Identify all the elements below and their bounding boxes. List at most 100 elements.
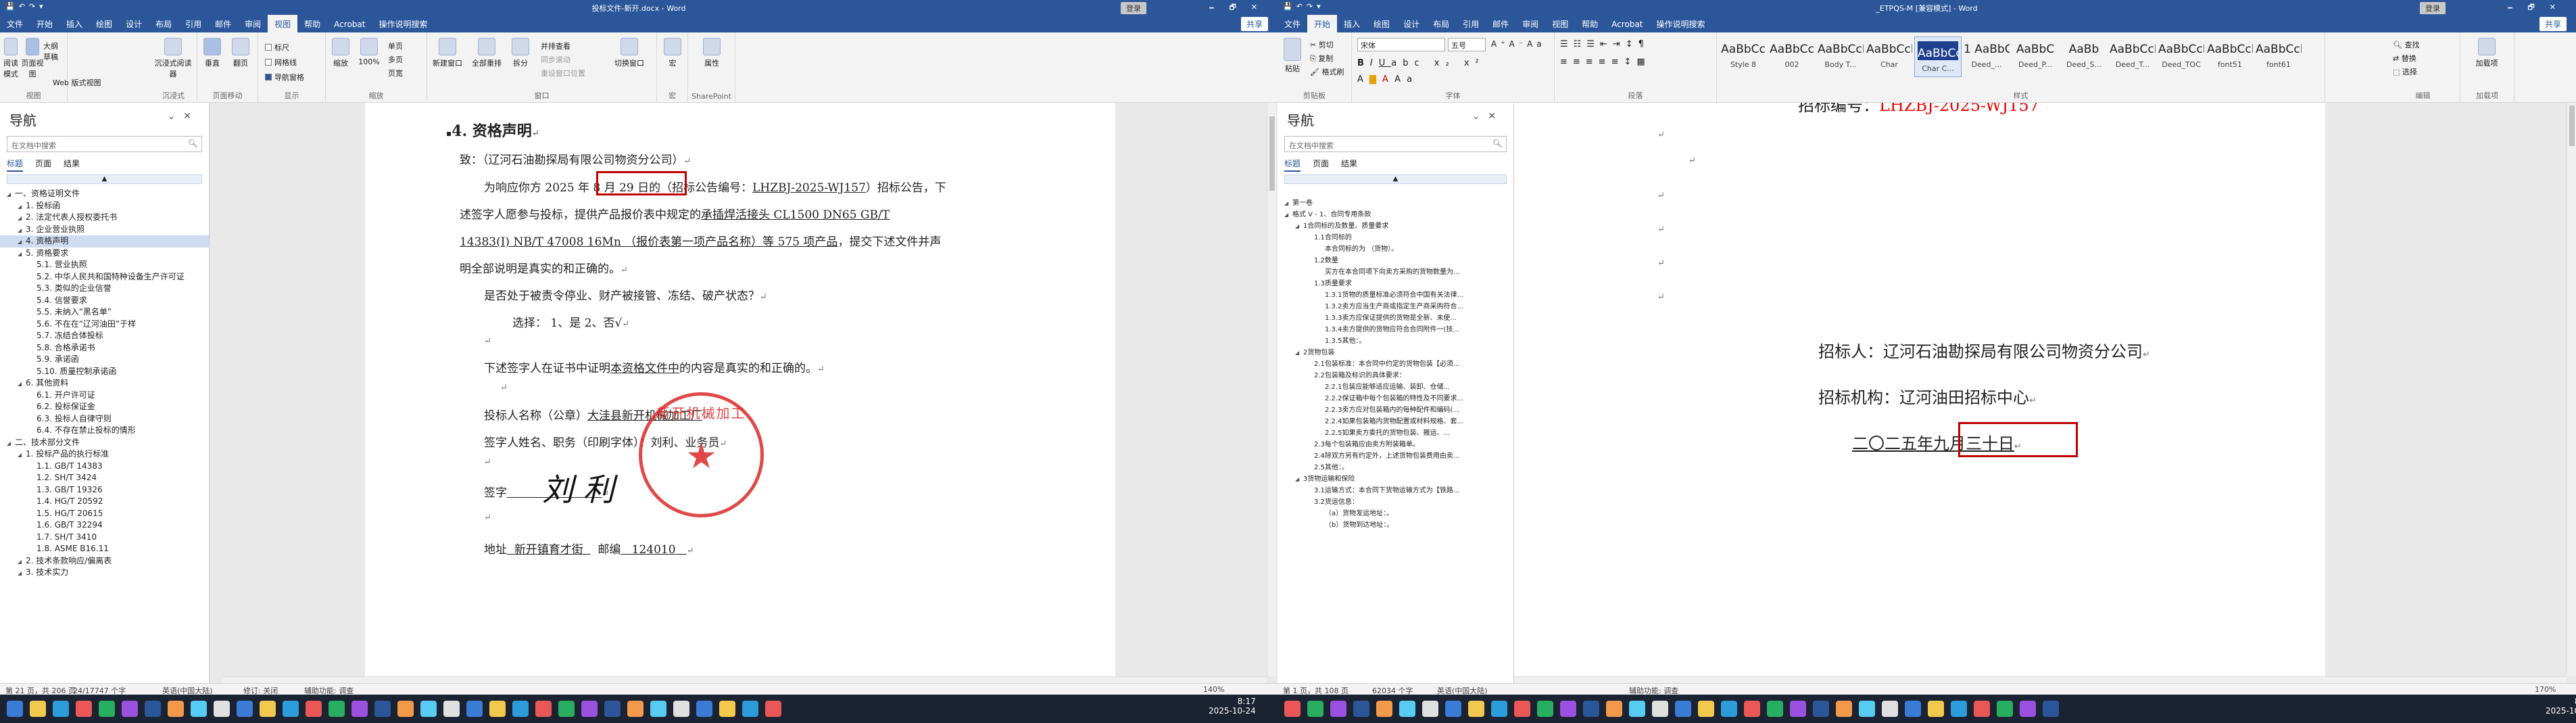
style-gallery-item[interactable]: AaBb Deed_S... bbox=[2060, 37, 2108, 77]
nav-heading-item[interactable]: 6.3. 投标人自律守则 bbox=[0, 413, 209, 425]
taskbar-app-icon[interactable] bbox=[1859, 701, 1875, 717]
nav-pane-controls[interactable]: ⌄✕ bbox=[1472, 111, 1504, 122]
style-gallery-item[interactable]: 1 AaBbC Deed_... bbox=[1963, 37, 2010, 77]
taskbar-app-icon[interactable] bbox=[30, 701, 46, 717]
nav-heading-item[interactable]: ◢ 一、资格证明文件 bbox=[0, 188, 209, 200]
collapse-triangle-icon[interactable]: ◢ bbox=[1295, 347, 1303, 358]
nav-heading-item[interactable]: 本合同标的为 （货物）。 bbox=[1278, 243, 1513, 255]
nav-heading-item[interactable]: 1.6. GB/T 32294 bbox=[0, 519, 209, 532]
nav-heading-item[interactable]: ◢ 格式 V - 1、合同专用条款 bbox=[1278, 209, 1513, 220]
nav-heading-item[interactable]: ◢ 第一卷 bbox=[1278, 197, 1513, 209]
nav-heading-item[interactable]: 2.2.1包装应能够适应运输、装卸、仓储... bbox=[1278, 381, 1513, 393]
window-controls[interactable]: 🗕🗗✕ bbox=[1209, 1, 1272, 14]
nav-heading-item[interactable]: 1.3.2卖方应当生产商或指定生产商采购符合... bbox=[1278, 301, 1513, 312]
sign-in-button[interactable]: 登录 bbox=[2420, 2, 2446, 14]
nav-heading-item[interactable]: 6.4. 不存在禁止投标的情形 bbox=[0, 425, 209, 437]
nav-heading-item[interactable]: ◢ 1. 投标函 bbox=[0, 200, 209, 212]
collapse-triangle-icon[interactable]: ◢ bbox=[7, 189, 15, 200]
taskbar-app-icon[interactable] bbox=[1491, 701, 1507, 717]
style-gallery-item[interactable]: AaBbCcDc Char bbox=[1866, 37, 1913, 77]
taskbar-app-icon[interactable] bbox=[581, 701, 598, 717]
taskbar-app-icon[interactable] bbox=[53, 701, 69, 717]
taskbar-app-icon[interactable] bbox=[1721, 701, 1737, 717]
tab-11[interactable]: Acrobat bbox=[327, 16, 372, 32]
split-button[interactable]: 拆分 bbox=[507, 38, 534, 68]
nav-heading-item[interactable]: ◢ 1合同标的及数量、质量要求 bbox=[1278, 220, 1513, 232]
taskbar-app-icon[interactable] bbox=[76, 701, 92, 717]
nav-heading-item[interactable]: 1.7. SH/T 3410 bbox=[0, 532, 209, 544]
taskbar-app-icon[interactable] bbox=[168, 701, 184, 717]
nav-heading-item[interactable]: 1.1合同标的 bbox=[1278, 232, 1513, 243]
web-layout-button[interactable]: Web 版式视图 bbox=[53, 77, 101, 88]
taskbar-app-icon[interactable] bbox=[2020, 701, 2036, 717]
tab-headings[interactable]: 标题 bbox=[1284, 159, 1301, 172]
taskbar-app-icon[interactable] bbox=[2043, 701, 2059, 717]
taskbar-app-icon[interactable] bbox=[1560, 701, 1576, 717]
style-gallery-item[interactable]: AaBbCcI Deed_TOC bbox=[2158, 37, 2205, 77]
taskbar-app-icon[interactable] bbox=[397, 701, 414, 717]
zoom-level[interactable]: 140% bbox=[1203, 685, 1224, 694]
taskbar-app-icon[interactable] bbox=[1307, 701, 1323, 717]
nav-heading-item[interactable]: 1.3.3卖方应保证提供的货物是全新、未使... bbox=[1278, 312, 1513, 324]
gridlines-checkbox[interactable]: 网格线 bbox=[265, 57, 297, 68]
tab-1[interactable]: 开始 bbox=[30, 15, 59, 33]
view-side-by-side-button[interactable]: 并排查看 bbox=[541, 41, 570, 51]
multiple-pages-button[interactable]: 多页 bbox=[388, 54, 403, 65]
nav-heading-item[interactable]: 1.3质量要求 bbox=[1278, 278, 1513, 289]
taskbar-clock[interactable]: 8:172025-10-24 bbox=[1209, 697, 1256, 716]
paste-button[interactable]: 粘贴 bbox=[1279, 38, 1306, 74]
nav-heading-item[interactable]: 5.7. 冻结合体投标 bbox=[0, 330, 209, 342]
font-name-select[interactable]: 宋体 bbox=[1357, 38, 1445, 51]
taskbar-app-icon[interactable] bbox=[1330, 701, 1346, 717]
nav-heading-item[interactable]: ◢ 1. 投标产品的执行标准 bbox=[0, 448, 209, 461]
taskbar-app-icon[interactable] bbox=[145, 701, 161, 717]
taskbar-app-icon[interactable] bbox=[650, 701, 666, 717]
select-button[interactable]: ⬚ 选择 bbox=[2393, 66, 2417, 77]
copy-button[interactable]: ⎘ 复制 bbox=[1310, 53, 1333, 64]
nav-search-input[interactable]: 在文档中搜索 🔍︎ bbox=[1284, 136, 1507, 152]
taskbar-app-icon[interactable] bbox=[329, 701, 345, 717]
tab-4[interactable]: 设计 bbox=[119, 15, 149, 33]
taskbar-app-icon[interactable] bbox=[351, 701, 368, 717]
switch-windows-button[interactable]: 切换窗口 bbox=[607, 38, 652, 68]
taskbar-app-icon[interactable] bbox=[1537, 701, 1553, 717]
nav-heading-item[interactable]: 1.3.5其他：。 bbox=[1278, 335, 1513, 347]
font-size-select[interactable]: 五号 bbox=[1448, 38, 1486, 51]
tab-4[interactable]: 设计 bbox=[1396, 15, 1426, 33]
nav-heading-item[interactable]: 5.10. 质量控制承诺函 bbox=[0, 366, 209, 378]
taskbar-app-icon[interactable] bbox=[122, 701, 138, 717]
taskbar-app-icon[interactable] bbox=[214, 701, 230, 717]
tab-3[interactable]: 绘图 bbox=[1367, 15, 1396, 33]
sync-scrolling-button[interactable]: 同步滚动 bbox=[541, 54, 570, 65]
taskbar-app-icon[interactable] bbox=[558, 701, 575, 717]
taskbar-app-icon[interactable] bbox=[191, 701, 207, 717]
read-mode-button[interactable]: 阅读模式 bbox=[0, 38, 22, 79]
tab-1[interactable]: 开始 bbox=[1307, 15, 1338, 33]
quick-access-toolbar[interactable]: 💾↶↷▾ bbox=[5, 2, 47, 11]
taskbar-app-icon[interactable] bbox=[1744, 701, 1760, 717]
reset-window-position-button[interactable]: 重设窗口位置 bbox=[541, 68, 585, 78]
taskbar-app-icon[interactable] bbox=[1698, 701, 1714, 717]
taskbar-app-icon[interactable] bbox=[742, 701, 758, 717]
tab-pages[interactable]: 页面 bbox=[1313, 159, 1329, 170]
font-color-buttons[interactable]: A▇AAa bbox=[1357, 74, 1418, 85]
list-buttons[interactable]: ☰☷☰⇤⇥↕¶ bbox=[1560, 39, 1649, 49]
tab-9[interactable]: 视图 bbox=[1545, 15, 1575, 33]
print-layout-button[interactable]: 页面视图 bbox=[20, 38, 45, 79]
taskbar-app-icon[interactable] bbox=[1836, 701, 1852, 717]
nav-heading-item[interactable]: 1.2数量 bbox=[1278, 255, 1513, 266]
taskbar-app-icon[interactable] bbox=[420, 701, 437, 717]
nav-heading-item[interactable]: 2.3每个包装箱应由卖方附装箱单。 bbox=[1278, 439, 1513, 450]
taskbar-app-icon[interactable] bbox=[1583, 701, 1599, 717]
taskbar-app-icon[interactable] bbox=[604, 701, 621, 717]
nav-heading-item[interactable]: （b）货物到达地址：。 bbox=[1278, 519, 1513, 531]
nav-heading-item[interactable]: 1.3.1货物的质量标准必须符合中国有关法律... bbox=[1278, 289, 1513, 301]
tab-2[interactable]: 插入 bbox=[1337, 15, 1367, 33]
nav-heading-item[interactable]: 1.5. HG/T 20615 bbox=[0, 508, 209, 520]
collapse-triangle-icon[interactable]: ◢ bbox=[18, 212, 26, 224]
taskbar-app-icon[interactable] bbox=[1767, 701, 1783, 717]
new-window-button[interactable]: 新建窗口 bbox=[429, 38, 466, 68]
taskbar-app-icon[interactable] bbox=[1376, 701, 1392, 717]
nav-heading-item[interactable]: 5.1. 营业执照 bbox=[0, 259, 209, 271]
style-gallery-item[interactable]: AaBbCc Style 8 bbox=[1720, 37, 1767, 77]
